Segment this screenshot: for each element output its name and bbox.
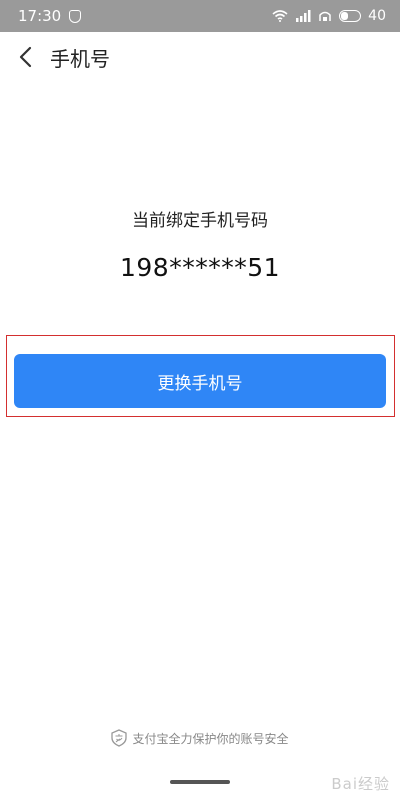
battery-level [341, 12, 349, 20]
phone-screen: 17:30 40 手机号 当前绑定手机号码 198******51 更换手机号 … [0, 0, 400, 800]
status-left: 17:30 [18, 7, 82, 25]
status-bar: 17:30 40 [0, 0, 400, 32]
battery-percent: 40 [368, 8, 386, 24]
watermark: Bai经验 [331, 775, 390, 793]
bound-phone-label: 当前绑定手机号码 [132, 211, 268, 231]
signal-icon [296, 10, 311, 22]
back-button[interactable] [0, 32, 50, 82]
status-time: 17:30 [18, 7, 62, 25]
battery-icon [339, 10, 362, 22]
status-right: 40 [272, 8, 386, 24]
wifi-icon [272, 10, 288, 22]
masked-phone-number: 198******51 [119, 253, 281, 282]
page-title: 手机号 [50, 46, 110, 71]
change-phone-button[interactable]: 更换手机号 [14, 354, 386, 408]
chevron-left-icon [19, 46, 32, 68]
home-indicator[interactable] [170, 780, 230, 784]
security-note: 支付宝全力保护你的账号安全 [0, 729, 400, 747]
security-note-text: 支付宝全力保护你的账号安全 [132, 731, 289, 746]
hd-signal-icon [319, 11, 331, 21]
header: 手机号 [0, 32, 400, 82]
alipay-shield-icon [111, 729, 128, 747]
shield-icon [69, 9, 82, 23]
